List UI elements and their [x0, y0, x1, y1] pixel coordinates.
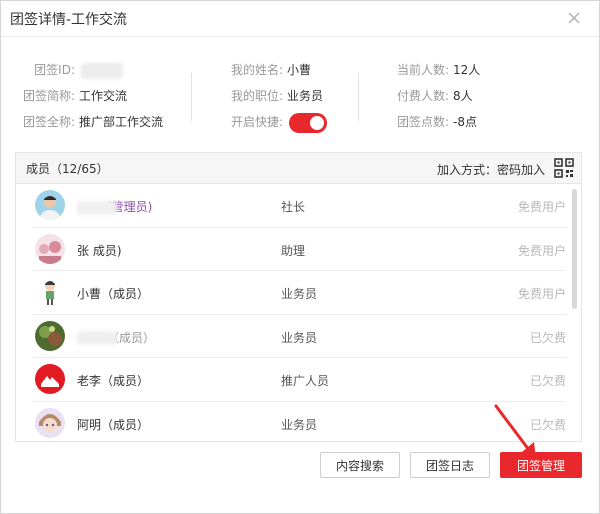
group-full-name-label: 团签全称: [22, 115, 75, 129]
info-column-me: 我的姓名: 小曹 我的职位: 业务员 开启快捷: [221, 57, 327, 135]
member-list-scrollbar[interactable] [572, 189, 577, 309]
paid-count-value: 8人 [453, 89, 473, 103]
member-name: 老李（成员） [77, 374, 150, 388]
group-detail-dialog: 团签详情-工作交流 团签ID: 团签简称: 工作交流 团签全称: 推广部工作交流 我… [0, 0, 600, 514]
member-role: 业务员 [281, 287, 318, 301]
group-id-label: 团签ID: [34, 63, 75, 77]
member-panel: 成员（12/65） 加入方式：密码加入 (管理员) 社长 免费用户 张 成员) … [15, 152, 582, 442]
group-log-button[interactable]: 团签日志 [410, 452, 490, 478]
my-name-row: 我的姓名: 小曹 [221, 57, 327, 83]
info-column-stats: 当前人数: 12人 付费人数: 8人 团签点数: -8点 [389, 57, 480, 135]
close-icon[interactable] [565, 9, 583, 27]
my-position-value: 业务员 [287, 89, 324, 103]
member-name: 张 成员) [77, 243, 122, 258]
member-row[interactable]: 阿明（成员） 业务员 已欠费 [33, 402, 566, 442]
avatar [35, 320, 65, 351]
group-short-name-row: 团签简称: 工作交流 [17, 83, 163, 109]
group-full-name-row: 团签全称: 推广部工作交流 [17, 109, 163, 135]
points-label: 团签点数: [396, 115, 449, 129]
points-row: 团签点数: -8点 [389, 109, 480, 135]
member-plan: 免费用户 [517, 200, 566, 214]
current-count-row: 当前人数: 12人 [389, 57, 480, 83]
member-plan: 免费用户 [517, 287, 566, 301]
member-role: 业务员 [281, 330, 318, 345]
footer-actions: 内容搜索 团签日志 团签管理 [1, 452, 600, 482]
member-plan: 免费用户 [517, 243, 566, 258]
member-plan: 已欠费 [529, 330, 566, 345]
avatar [35, 407, 65, 438]
my-name-value: 小曹 [287, 63, 312, 77]
divider [358, 73, 359, 121]
member-list[interactable]: (管理员) 社长 免费用户 张 成员) 助理 免费用户 小曹（成员） 业务员 免… [16, 184, 572, 441]
member-count: 成员（12/65） [26, 161, 109, 176]
member-row[interactable]: (管理员) 社长 免费用户 [33, 184, 566, 228]
divider [191, 73, 192, 121]
my-name-label: 我的姓名: [230, 63, 283, 77]
member-plan: 已欠费 [529, 374, 566, 388]
avatar [35, 277, 65, 307]
paid-count-label: 付费人数: [396, 89, 449, 103]
my-position-label: 我的职位: [230, 89, 283, 103]
member-role: 助理 [281, 243, 306, 258]
member-name: (管理员) [77, 198, 152, 215]
member-role: 业务员 [281, 417, 318, 432]
current-count-value: 12人 [453, 63, 481, 77]
avatar [35, 233, 65, 264]
member-panel-header: 成员（12/65） 加入方式：密码加入 [16, 153, 581, 184]
points-value: -8点 [453, 115, 477, 129]
current-count-label: 当前人数: [396, 63, 449, 77]
member-row[interactable]: 张 成员) 助理 免费用户 [33, 228, 566, 271]
member-row[interactable]: 老李（成员） 推广人员 已欠费 [33, 358, 566, 402]
member-role: 推广人员 [281, 374, 330, 388]
my-position-row: 我的职位: 业务员 [221, 83, 327, 109]
group-short-name-value: 工作交流 [79, 89, 128, 103]
member-name-blurred [77, 200, 117, 215]
member-name-blurred [77, 331, 117, 345]
quick-toggle-label: 开启快捷: [230, 115, 283, 129]
dialog-title: 团签详情-工作交流 [10, 11, 128, 28]
group-full-name-value: 推广部工作交流 [79, 115, 164, 129]
avatar [35, 364, 65, 394]
group-short-name-label: 团签简称: [22, 89, 75, 103]
member-row[interactable]: 小曹（成员） 业务员 免费用户 [33, 271, 566, 315]
group-id-value-blurred [81, 62, 123, 79]
member-name: 阿明（成员） [77, 417, 150, 432]
paid-count-row: 付费人数: 8人 [389, 83, 480, 109]
title-bar: 团签详情-工作交流 [1, 1, 599, 37]
member-plan: 已欠费 [529, 417, 566, 432]
member-name: 小曹（成员） [77, 287, 150, 301]
member-role: 社长 [281, 200, 306, 214]
group-id-row: 团签ID: [17, 57, 163, 83]
qr-code-icon[interactable] [553, 157, 575, 179]
quick-toggle-row: 开启快捷: [221, 109, 327, 135]
join-method: 加入方式：密码加入 [436, 163, 545, 177]
quick-toggle-switch[interactable] [289, 112, 327, 133]
group-info: 团签ID: 团签简称: 工作交流 团签全称: 推广部工作交流 我的姓名: 小曹 我的职… [1, 57, 600, 137]
avatar [35, 190, 65, 220]
member-name: （成员） [77, 329, 155, 346]
info-column-group: 团签ID: 团签简称: 工作交流 团签全称: 推广部工作交流 [17, 57, 163, 135]
content-search-button[interactable]: 内容搜索 [320, 452, 400, 478]
group-manage-button[interactable]: 团签管理 [500, 452, 582, 478]
member-row[interactable]: （成员） 业务员 已欠费 [33, 315, 566, 358]
